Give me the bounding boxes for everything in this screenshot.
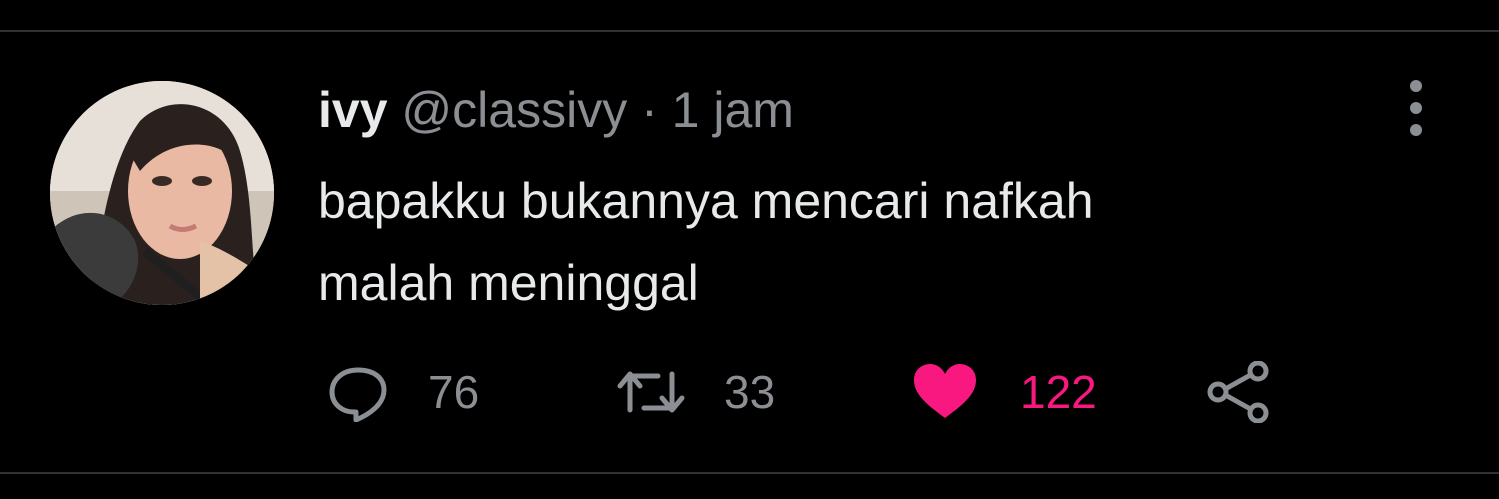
retweet-button[interactable]: 33: [616, 362, 775, 422]
bottom-divider: [0, 472, 1499, 474]
display-name[interactable]: ivy: [318, 82, 388, 138]
retweet-count: 33: [724, 366, 776, 418]
reply-button[interactable]: 76: [326, 362, 479, 422]
heart-filled-icon: [914, 364, 976, 418]
tweet-actions: 76 33 122: [0, 350, 1499, 440]
retweet-arrows-icon: [617, 371, 685, 413]
avatar[interactable]: [50, 81, 274, 305]
more-options-button[interactable]: [1400, 80, 1434, 136]
reply-count: 76: [428, 366, 480, 418]
separator-dot: ·: [641, 82, 658, 138]
vertical-dots-icon: [1410, 80, 1422, 92]
share-nodes-icon: [1207, 361, 1269, 423]
timestamp[interactable]: 1 jam: [672, 82, 794, 138]
avatar-photo: [50, 81, 274, 305]
share-button[interactable]: [1206, 361, 1272, 423]
tweet-header: ivy @classivy · 1 jam: [318, 80, 794, 140]
speech-bubble-icon: [329, 367, 387, 422]
like-button[interactable]: 122: [912, 362, 1097, 422]
tweet-text-line: malah meninggal: [318, 255, 699, 311]
tweet-card[interactable]: ivy @classivy · 1 jam bapakku bukannya m…: [0, 32, 1499, 472]
like-count: 122: [1020, 366, 1097, 418]
tweet-text-line: bapakku bukannya mencari nafkah: [318, 173, 1094, 229]
tweet-text: bapakku bukannya mencari nafkah malah me…: [318, 160, 1368, 324]
user-handle[interactable]: @classivy: [401, 82, 627, 138]
